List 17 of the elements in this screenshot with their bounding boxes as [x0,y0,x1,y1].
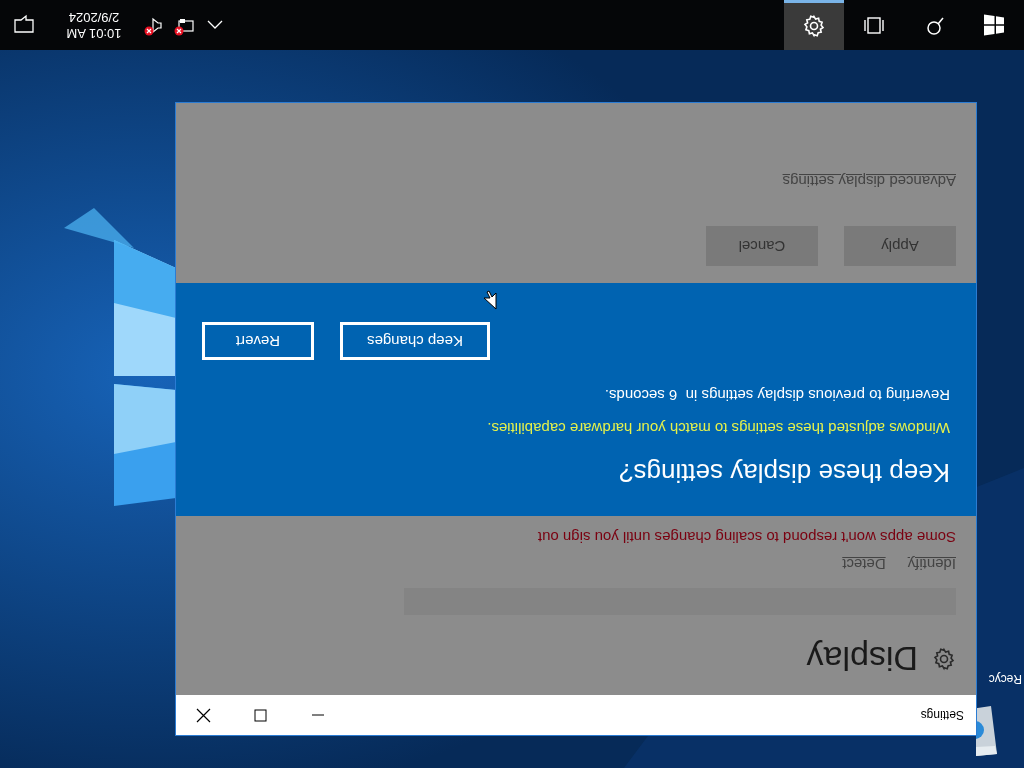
apply-button[interactable]: Apply [844,226,956,266]
link[interactable]: Advanced display settings [782,169,956,192]
link[interactable]: Detect [842,556,886,573]
keep-changes-button[interactable]: Keep changes [340,322,490,360]
clock-time: 10:01 AM [66,25,122,42]
cancel-button[interactable]: Cancel [706,226,818,266]
clock-date: 2/9/2024 [68,9,120,25]
link[interactable]: Identify [907,556,956,573]
clock[interactable]: 10:01 AM 2/9/2024 [48,0,140,50]
dialog-title: Keep these display settings? [618,457,950,490]
dialog-message: Windows adjusted these settings to match your hardware capabilities. [486,419,950,439]
revert-button[interactable]: Revert [202,322,314,360]
window-title: Settings [919,707,965,724]
countdown-text: Reverting to previous display settings in 6 seconds. [603,386,950,407]
page-heading: Display [806,639,918,681]
desktop-icon-label[interactable]: Recyc [988,670,1022,688]
warning-text: Some apps won't respond to scaling changes until you sign out [536,528,956,546]
